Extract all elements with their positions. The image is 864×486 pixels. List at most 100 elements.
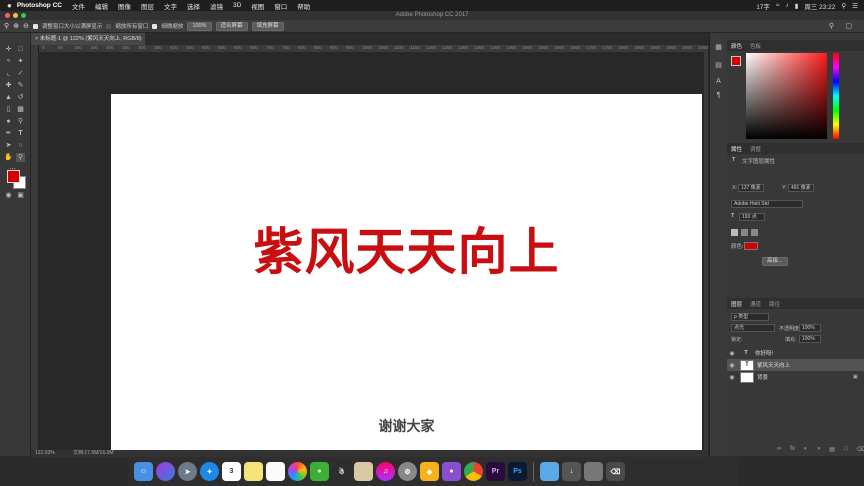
- hue-slider[interactable]: [833, 53, 839, 139]
- clone-stamp-tool-icon[interactable]: ▲: [4, 93, 13, 102]
- mini-foreground-swatch[interactable]: [731, 56, 741, 66]
- x-position-field[interactable]: 137 像素: [738, 184, 764, 192]
- pen-tool-icon[interactable]: ✒: [4, 129, 13, 138]
- folder-icon[interactable]: [540, 462, 559, 481]
- crop-tool-icon[interactable]: ⌞: [4, 69, 13, 78]
- premiere-icon[interactable]: Pr: [486, 462, 505, 481]
- align-left-button[interactable]: [731, 229, 738, 236]
- chrome-icon[interactable]: [464, 462, 483, 481]
- link-layers-icon[interactable]: ∞: [777, 446, 781, 456]
- screen-mode-icon[interactable]: ▣: [16, 191, 25, 200]
- spotlight-icon[interactable]: ⚲: [841, 2, 846, 10]
- properties-panel-icon[interactable]: ▤: [714, 61, 723, 70]
- zoom-all-windows-checkbox[interactable]: [106, 23, 112, 29]
- menu-layer[interactable]: 图层: [141, 1, 154, 11]
- trash-icon[interactable]: ⌫: [606, 462, 625, 481]
- photos-icon[interactable]: [288, 462, 307, 481]
- dodge-tool-icon[interactable]: ⚲: [16, 117, 25, 126]
- menu-type[interactable]: 文字: [164, 1, 177, 11]
- tab-layers[interactable]: 图层: [731, 300, 742, 308]
- quick-mask-icon[interactable]: ◉: [4, 191, 13, 200]
- menu-3d[interactable]: 3D: [233, 2, 241, 9]
- lasso-tool-icon[interactable]: ⚬: [4, 57, 13, 66]
- eraser-tool-icon[interactable]: ▯: [4, 105, 13, 114]
- itunes-icon[interactable]: ♫: [376, 462, 395, 481]
- zoom-level[interactable]: 122.03%: [35, 450, 55, 457]
- gamecenter-icon[interactable]: ●: [442, 462, 461, 481]
- history-panel-icon[interactable]: ▦: [714, 43, 723, 52]
- screenshot-icon[interactable]: [584, 462, 603, 481]
- vertical-scrollbar[interactable]: [704, 52, 708, 456]
- gradient-tool-icon[interactable]: ▩: [16, 105, 25, 114]
- layer-filter-select[interactable]: ρ 类型: [731, 313, 769, 321]
- wifi-icon[interactable]: ≈: [776, 2, 780, 9]
- safari-icon[interactable]: ✦: [200, 462, 219, 481]
- fit-screen-button[interactable]: 适合屏幕: [215, 21, 248, 31]
- new-group-icon[interactable]: ▤: [829, 446, 835, 456]
- shape-tool-icon[interactable]: ○: [16, 141, 25, 150]
- history-brush-tool-icon[interactable]: ↺: [16, 93, 25, 102]
- tab-adjustments[interactable]: 调整: [750, 145, 761, 153]
- photoshop-icon[interactable]: Ps: [508, 462, 527, 481]
- clock[interactable]: 周三 23:22: [804, 1, 835, 11]
- wechat-icon[interactable]: ●: [310, 462, 329, 481]
- eyedropper-tool-icon[interactable]: ✓: [16, 69, 25, 78]
- advanced-button[interactable]: 高级...: [762, 257, 788, 266]
- layer-row[interactable]: ◉ 背景 ▣: [727, 371, 864, 383]
- menu-edit[interactable]: 编辑: [95, 1, 108, 11]
- fill-screen-button[interactable]: 填充屏幕: [251, 21, 284, 31]
- color-picker-field[interactable]: [746, 53, 827, 139]
- fx-icon[interactable]: fx: [790, 446, 795, 456]
- resize-windows-checkbox[interactable]: [32, 23, 38, 29]
- menu-window[interactable]: 窗口: [274, 1, 287, 11]
- zoom-100-button[interactable]: 100%: [187, 21, 212, 31]
- magic-wand-tool-icon[interactable]: ✦: [16, 57, 25, 66]
- app-menu[interactable]: Photoshop CC: [17, 2, 62, 9]
- menu-filter[interactable]: 滤镜: [210, 1, 223, 11]
- menu-image[interactable]: 图像: [118, 1, 131, 11]
- scrubby-zoom-checkbox[interactable]: [152, 23, 158, 29]
- fill-field[interactable]: 100%: [799, 335, 821, 343]
- marquee-tool-icon[interactable]: □: [16, 45, 25, 54]
- footer-text-layer[interactable]: 谢谢大家: [111, 416, 702, 436]
- input-status[interactable]: 17字: [756, 1, 770, 11]
- hand-tool-icon[interactable]: ✋: [4, 153, 13, 162]
- document-tab[interactable]: × 未标题-1 @ 122% (紫风天天向上, RGB/8) *: [31, 33, 145, 54]
- brush-tool-icon[interactable]: ✎: [16, 81, 25, 90]
- launchpad-icon[interactable]: ➤: [178, 462, 197, 481]
- calendar-icon[interactable]: 3: [222, 462, 241, 481]
- reminders-icon[interactable]: [266, 462, 285, 481]
- tab-swatches[interactable]: 色板: [750, 42, 761, 50]
- zoom-tool-icon[interactable]: ⚲: [4, 22, 9, 30]
- type-tool-icon[interactable]: T: [16, 129, 25, 138]
- headline-text-layer[interactable]: 紫风天天向上: [111, 212, 702, 284]
- search-icon[interactable]: ⚲: [829, 22, 834, 30]
- layer-row[interactable]: ◉ T 你好呀!: [727, 347, 864, 359]
- layer-row-selected[interactable]: ◉ T 紫风天天向上: [727, 359, 864, 371]
- new-layer-icon[interactable]: □: [844, 446, 848, 456]
- siri-icon[interactable]: [156, 462, 175, 481]
- adjustment-layer-icon[interactable]: ◑: [817, 446, 821, 456]
- menu-select[interactable]: 选择: [187, 1, 200, 11]
- opacity-field[interactable]: 100%: [799, 324, 821, 332]
- character-panel-icon[interactable]: A: [714, 77, 723, 86]
- finder-icon[interactable]: ☺: [134, 462, 153, 481]
- tab-paths[interactable]: 路径: [769, 300, 780, 308]
- paragraph-panel-icon[interactable]: ¶: [714, 91, 723, 100]
- blur-tool-icon[interactable]: ●: [4, 117, 13, 126]
- delete-layer-icon[interactable]: ⌫: [857, 446, 864, 456]
- workspace-icon[interactable]: ▢: [845, 22, 852, 30]
- menu-help[interactable]: 帮助: [297, 1, 310, 11]
- zoom-tool-active-icon[interactable]: ⚲: [16, 153, 25, 162]
- apple-menu-icon[interactable]: ●: [7, 1, 12, 10]
- align-right-button[interactable]: [751, 229, 758, 236]
- qq-icon[interactable]: ☃: [332, 462, 351, 481]
- tab-properties[interactable]: 属性: [731, 145, 742, 153]
- healing-brush-tool-icon[interactable]: ✚: [4, 81, 13, 90]
- battery-icon[interactable]: ▮: [795, 2, 799, 10]
- menu-file[interactable]: 文件: [72, 1, 85, 11]
- preview-icon[interactable]: [354, 462, 373, 481]
- add-mask-icon[interactable]: ◐: [804, 446, 808, 456]
- visibility-eye-icon[interactable]: ◉: [727, 350, 737, 357]
- tab-channels[interactable]: 通道: [750, 300, 761, 308]
